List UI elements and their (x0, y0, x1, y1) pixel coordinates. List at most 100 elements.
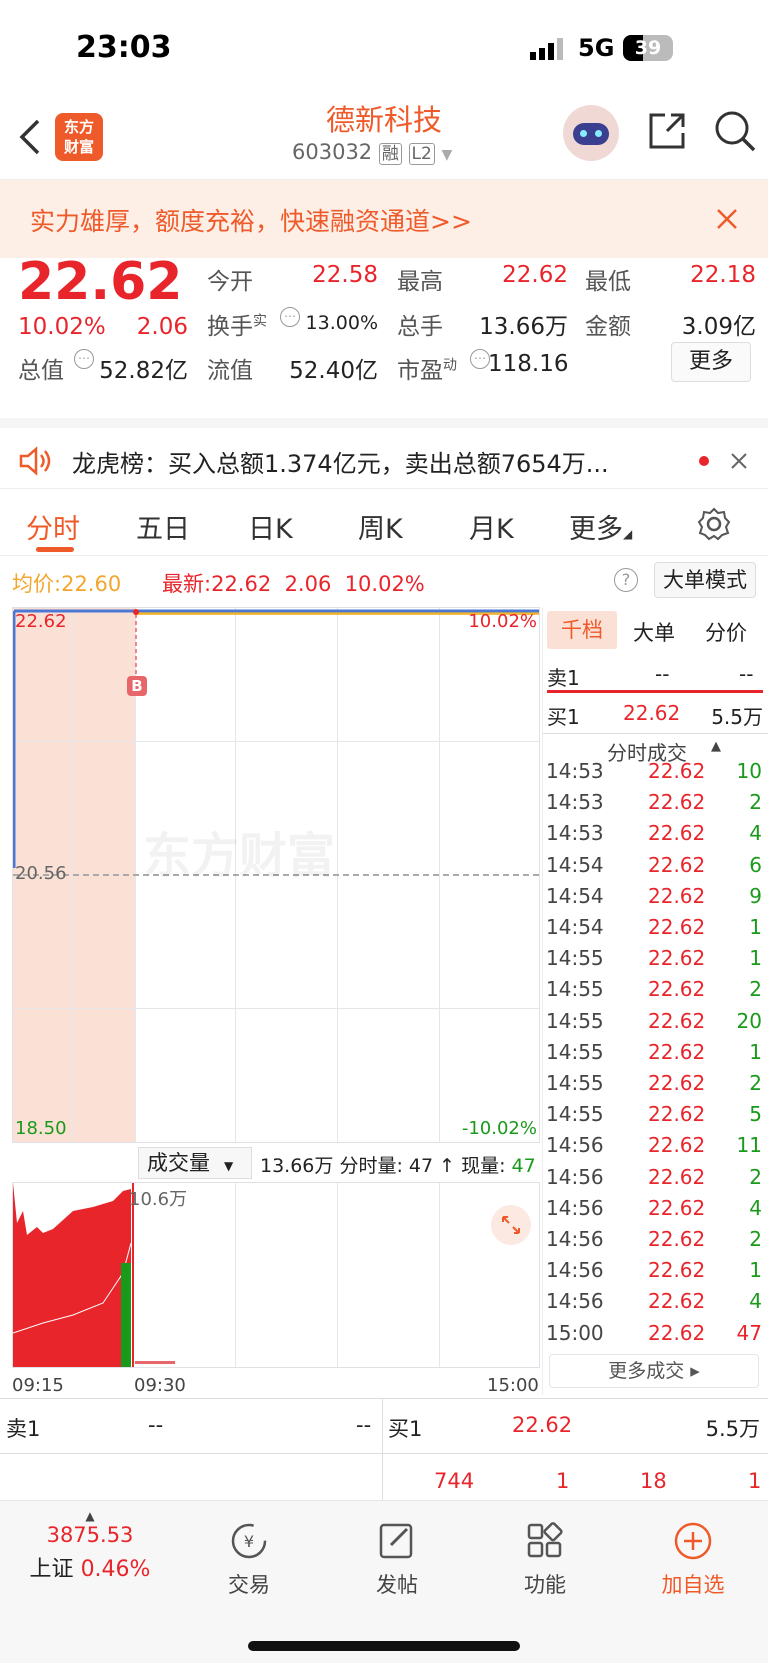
tab-five-day[interactable]: 五日 (136, 507, 190, 546)
buy1-price: 22.62 (623, 701, 681, 725)
strip-buy1-label: 买1 (388, 1417, 423, 1441)
volume-label: 总手 (397, 314, 443, 340)
trade-time: 14:53 (546, 821, 604, 846)
tab-intraday[interactable]: 分时 (26, 507, 80, 546)
amount-value: 3.09亿 (681, 314, 756, 340)
y-tick-low: 18.50 (15, 1118, 67, 1139)
banner-text[interactable]: 实力雄厚，额度充裕，快速融资通道>> (30, 202, 472, 238)
nav-trade[interactable]: ¥ 交易 (194, 1519, 304, 1599)
trade-volume: 2 (749, 1164, 762, 1189)
nav-functions[interactable]: 功能 (490, 1519, 600, 1599)
more-info-icon[interactable]: ⋯ (470, 349, 490, 369)
side-tab-level[interactable]: 千档 (547, 611, 617, 649)
price-chart[interactable]: 东方财富 B 22.62 20.56 18.50 10.02% -10.02% (12, 607, 540, 1143)
volume-selector[interactable]: 成交量 ▼ (138, 1147, 252, 1179)
more-trades-button[interactable]: 更多成交 ▸ (549, 1354, 759, 1388)
trade-price: 22.62 (648, 1102, 706, 1127)
trade-icon: ¥ (231, 1523, 267, 1559)
trade-row: 14:53 22.62 4 (546, 821, 762, 852)
chevron-down-icon[interactable]: ▼ (442, 147, 453, 163)
more-info-icon[interactable]: ⋯ (74, 349, 94, 369)
share-icon[interactable] (647, 111, 687, 151)
trade-volume: 4 (749, 1289, 762, 1314)
trade-time: 14:54 (546, 915, 604, 939)
trade-price: 22.62 (648, 883, 706, 908)
mktcap-label: 总值 (18, 358, 64, 384)
queue-value: 1 (556, 1469, 570, 1493)
tab-daily-k[interactable]: 日K (248, 507, 293, 546)
sort-up-icon[interactable]: ▲ (711, 739, 721, 754)
more-button[interactable]: 更多 (671, 342, 751, 382)
large-order-mode-button[interactable]: 大单模式 (654, 562, 756, 598)
trade-price: 22.62 (648, 1195, 706, 1220)
index-ticker[interactable]: ▲ 3875.53 上证 0.46% (20, 1509, 160, 1583)
turnover-value: 13.00% (305, 312, 378, 334)
battery-level: 39 (634, 37, 662, 59)
sell1-label: 卖1 (547, 666, 580, 690)
trade-price: 22.62 (648, 915, 706, 939)
trade-volume: 1 (749, 1039, 762, 1064)
trade-time: 14:56 (546, 1133, 604, 1158)
float-label: 流值 (207, 358, 253, 384)
trade-time: 14:55 (546, 946, 604, 971)
queue-value: 18 (640, 1469, 667, 1493)
x-tick-close: 15:00 (487, 1375, 539, 1396)
battery-icon: 39 (623, 35, 673, 61)
trade-row: 14:56 22.62 1 (546, 1258, 762, 1289)
dragon-tiger-notice[interactable]: 龙虎榜：买入总额1.374亿元，卖出总额7654万... (0, 418, 768, 488)
signal-icon (530, 38, 563, 60)
volume-stats: 13.66万 分时量: 47 ↑ 现量: 47 (260, 1155, 536, 1177)
trade-volume: 20 (736, 1008, 762, 1033)
queue-value: 744 (434, 1469, 475, 1493)
trade-time: 14:55 (546, 1102, 604, 1127)
tab-weekly-k[interactable]: 周K (358, 507, 403, 546)
trade-volume: 1 (749, 915, 762, 939)
strip-buy1-price: 22.62 (512, 1413, 573, 1437)
nav-post[interactable]: 发帖 (342, 1519, 452, 1599)
buy-marker[interactable]: B (127, 676, 147, 696)
queue-value: 1 (748, 1469, 762, 1493)
trade-row: 14:54 22.62 1 (546, 915, 762, 946)
side-tab-big-orders[interactable]: 大单 (633, 617, 675, 647)
trade-price: 22.62 (648, 1071, 706, 1095)
promo-banner[interactable]: 实力雄厚，额度充裕，快速融资通道>> (0, 180, 768, 258)
more-info-icon[interactable]: ⋯ (280, 307, 300, 327)
side-tab-price-dist[interactable]: 分价 (705, 617, 747, 647)
trade-time: 15:00 (546, 1320, 604, 1345)
volume-chart[interactable]: 10.6万 (12, 1182, 540, 1368)
trade-row: 14:56 22.62 4 (546, 1289, 762, 1320)
status-bar: 23:03 5G 39 (0, 0, 768, 95)
index-change: 上证 0.46% (29, 1557, 151, 1582)
trade-time: 14:56 (546, 1258, 604, 1283)
help-icon[interactable]: ? (614, 568, 638, 592)
trade-price: 22.62 (648, 852, 706, 877)
trade-volume: 2 (749, 1227, 762, 1251)
quote-panel: 22.62 10.02% 2.06 今开 22.58 最高 22.62 最低 2… (0, 252, 768, 418)
trade-row: 14:55 22.62 5 (546, 1102, 762, 1133)
close-icon[interactable] (730, 452, 748, 470)
close-icon[interactable] (716, 208, 738, 230)
trade-row: 14:56 22.62 11 (546, 1133, 762, 1164)
expand-icon[interactable] (491, 1205, 531, 1245)
notice-text[interactable]: 龙虎榜：买入总额1.374亿元，卖出总额7654万... (72, 444, 609, 479)
trade-time: 14:55 (546, 1071, 604, 1095)
back-icon[interactable] (18, 117, 42, 157)
tab-more[interactable]: 更多◢ (569, 507, 632, 546)
last-price: 22.62 (18, 252, 183, 312)
grid-icon (527, 1522, 563, 1558)
search-icon[interactable] (713, 109, 757, 153)
trade-price: 22.62 (648, 821, 706, 846)
robot-avatar-icon[interactable] (563, 105, 619, 161)
settings-icon[interactable] (697, 507, 731, 541)
trade-volume: 2 (749, 790, 762, 815)
trade-time: 14:56 (546, 1195, 604, 1220)
trade-volume: 4 (749, 1195, 762, 1220)
trade-row: 14:54 22.62 9 (546, 884, 762, 915)
strip-buy1-volume: 5.5万 (705, 1417, 760, 1441)
sell1-volume: -- (739, 662, 754, 686)
nav-add-watchlist[interactable]: 加自选 (638, 1519, 748, 1599)
tab-monthly-k[interactable]: 月K (469, 507, 514, 546)
open-value: 22.58 (312, 262, 378, 288)
last-price-line: 最新:22.62 2.06 10.02% (162, 572, 425, 596)
unread-dot (699, 456, 709, 466)
